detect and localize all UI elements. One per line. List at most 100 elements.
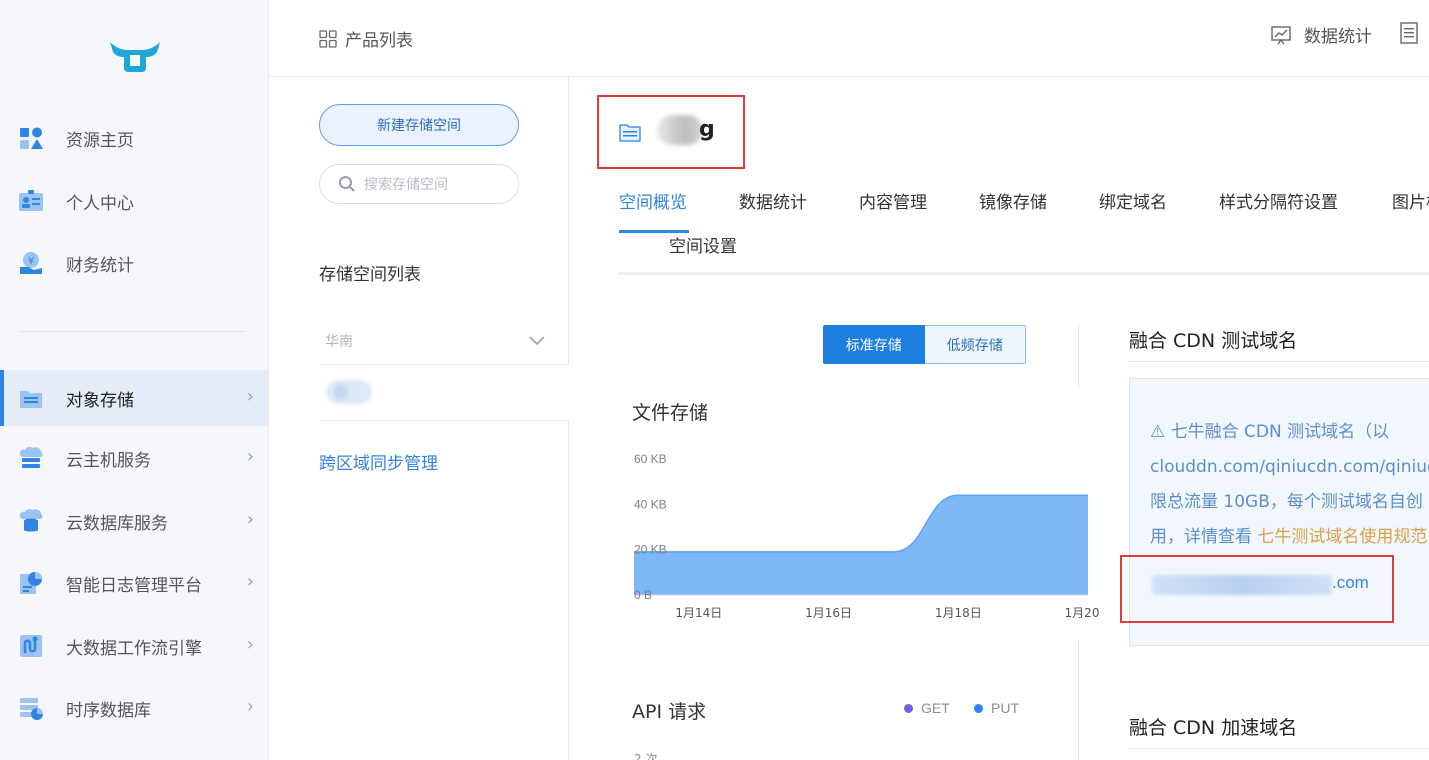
grid-icon: [319, 29, 337, 48]
workflow-engine-icon: [20, 635, 42, 657]
sidebar-item-cloud-database[interactable]: 云数据库服务 ›: [0, 493, 268, 549]
cdn-notice-line: ⚠ 七牛融合 CDN 测试域名（以: [1150, 422, 1390, 442]
chevron-right-icon: ›: [246, 634, 254, 655]
tab-space-settings[interactable]: 空间设置: [669, 232, 737, 257]
test-domain-rules-link[interactable]: 七牛测试域名使用规范: [1257, 527, 1427, 547]
resource-home-icon: [20, 127, 43, 149]
y-tick-label: 40 KB: [634, 497, 667, 511]
cdn-notice-line: clouddn.com/qiniucdn.com/qiniudn: [1150, 457, 1429, 477]
cdn-notice-line: 用，详情查看 七牛测试域名使用规范: [1150, 520, 1429, 555]
sidebar-item-personal-center[interactable]: 个人中心: [0, 173, 268, 229]
legend-label-put: PUT: [991, 700, 1019, 716]
bucket-list-title: 存储空间列表: [319, 265, 421, 285]
sidebar-item-label: 云数据库服务: [66, 513, 168, 534]
sidebar-item-label: 时序数据库: [66, 700, 151, 721]
sidebar-item-label: 智能日志管理平台: [66, 575, 202, 596]
tab-data-stats[interactable]: 数据统计: [739, 188, 807, 213]
storage-area-series: [634, 495, 1088, 595]
timeseries-db-icon: [20, 698, 43, 720]
sidebar-item-label: 对象存储: [66, 390, 134, 411]
sidebar-item-label: 大数据工作流引擎: [66, 638, 202, 659]
test-domain-highlight: .com: [1120, 555, 1394, 623]
legend-put[interactable]: PUT: [974, 700, 1019, 716]
data-stats-link[interactable]: 数据统计: [1270, 22, 1372, 47]
low-frequency-storage-option[interactable]: 低频存储: [924, 325, 1026, 364]
divider: [568, 420, 569, 760]
sidebar-item-object-storage[interactable]: 对象存储 ›: [0, 370, 268, 426]
region-select[interactable]: 华南: [319, 317, 569, 365]
sidebar-item-timeseries-db[interactable]: 时序数据库 ›: [0, 680, 268, 736]
sidebar-item-finance[interactable]: ¥ 财务统计: [0, 235, 268, 291]
product-list-button[interactable]: 产品列表: [319, 26, 413, 51]
bucket-list-item[interactable]: [324, 377, 374, 407]
divider: [1078, 325, 1079, 387]
chevron-down-icon: [529, 335, 545, 345]
y-tick-label: 20 KB: [634, 543, 667, 557]
tabs-divider: [619, 272, 1429, 275]
bucket-name-header: g: [597, 95, 745, 169]
chevron-right-icon: ›: [246, 386, 254, 407]
sidebar-item-label: 财务统计: [66, 255, 134, 276]
chevron-right-icon: ›: [246, 696, 254, 717]
bucket-search-box[interactable]: [319, 164, 519, 204]
storage-type-toggle: 标准存储 低频存储: [823, 325, 1026, 364]
x-tick-label: 1月16日: [805, 606, 852, 620]
y-tick-label: 0 B: [634, 588, 652, 602]
search-input[interactable]: [364, 176, 494, 192]
sidebar-item-label: 个人中心: [66, 193, 134, 214]
document-icon[interactable]: [1399, 22, 1419, 44]
object-storage-icon: [20, 391, 42, 408]
stats-chart-icon: [1271, 25, 1291, 44]
svg-text:¥: ¥: [28, 256, 34, 267]
sidebar-item-workflow-engine[interactable]: 大数据工作流引擎 ›: [0, 618, 268, 674]
cross-region-sync-link[interactable]: 跨区域同步管理: [319, 449, 438, 474]
standard-storage-option[interactable]: 标准存储: [823, 325, 925, 364]
x-tick-label: 1月14日: [675, 606, 722, 620]
file-storage-chart: 0 B 20 KB 40 KB 60 KB 1月14日 1月16日 1月18日 1月20日: [634, 452, 1099, 620]
sidebar-item-label: 资源主页: [66, 130, 134, 151]
divider: [1078, 640, 1079, 760]
tab-bind-domain[interactable]: 绑定域名: [1099, 188, 1167, 213]
data-stats-label: 数据统计: [1304, 27, 1372, 47]
chevron-right-icon: ›: [246, 509, 254, 530]
api-y-tick: 2 次: [634, 752, 658, 760]
qiniu-logo-icon[interactable]: [108, 38, 162, 74]
cdn-accel-domain-title: 融合 CDN 加速域名: [1129, 717, 1298, 739]
log-platform-icon: [20, 572, 42, 594]
y-tick-label: 60 KB: [634, 452, 667, 466]
tab-style-separator[interactable]: 样式分隔符设置: [1219, 188, 1338, 213]
api-requests-title: API 请求: [632, 701, 707, 723]
cdn-notice-text: ⚠ 七牛融合 CDN 测试域名（以 clouddn.com/qiniucdn.c…: [1150, 415, 1429, 555]
sidebar-item-resource-home[interactable]: 资源主页: [0, 110, 268, 166]
x-tick-label: 1月18日: [935, 606, 982, 620]
chevron-right-icon: ›: [246, 446, 254, 467]
file-storage-title: 文件存储: [632, 402, 709, 424]
tab-overview[interactable]: 空间概览: [619, 188, 687, 213]
sidebar-item-log-platform[interactable]: 智能日志管理平台 ›: [0, 555, 268, 611]
region-select-value: 华南: [325, 333, 353, 350]
sidebar-item-label: 云主机服务: [66, 450, 151, 471]
legend-get[interactable]: GET: [904, 700, 950, 716]
test-domain-link[interactable]: .com: [1332, 573, 1369, 593]
bucket-list-panel: 新建存储空间 存储空间列表 华南 跨区域同步管理: [269, 77, 569, 760]
bucket-tabs: 空间概览 数据统计 内容管理 镜像存储 绑定域名 样式分隔符设置 图片样 空间设…: [619, 180, 1429, 276]
product-list-label: 产品列表: [345, 31, 413, 51]
cloud-database-icon: [19, 508, 43, 532]
legend-dot-get: [904, 703, 913, 713]
top-bar: 产品列表 数据统计: [269, 0, 1429, 77]
legend-dot-put: [974, 703, 983, 713]
active-tab-indicator: [619, 230, 689, 233]
cdn-notice-line-prefix: 用，详情查看: [1150, 527, 1258, 547]
cdn-notice-line: 限总流量 10GB，每个测试域名自创: [1150, 492, 1423, 512]
bucket-name-redacted: [657, 115, 703, 145]
tab-content-management[interactable]: 内容管理: [859, 188, 927, 213]
new-bucket-button[interactable]: 新建存储空间: [319, 104, 519, 146]
tab-image-style[interactable]: 图片样: [1392, 188, 1429, 213]
tab-mirror-storage[interactable]: 镜像存储: [979, 188, 1047, 213]
bucket-name: g: [699, 117, 715, 142]
divider: [319, 420, 569, 421]
chevron-right-icon: ›: [246, 571, 254, 592]
sidebar-item-cloud-host[interactable]: 云主机服务 ›: [0, 430, 268, 486]
personal-center-icon: [19, 190, 43, 211]
search-icon: [339, 176, 355, 192]
